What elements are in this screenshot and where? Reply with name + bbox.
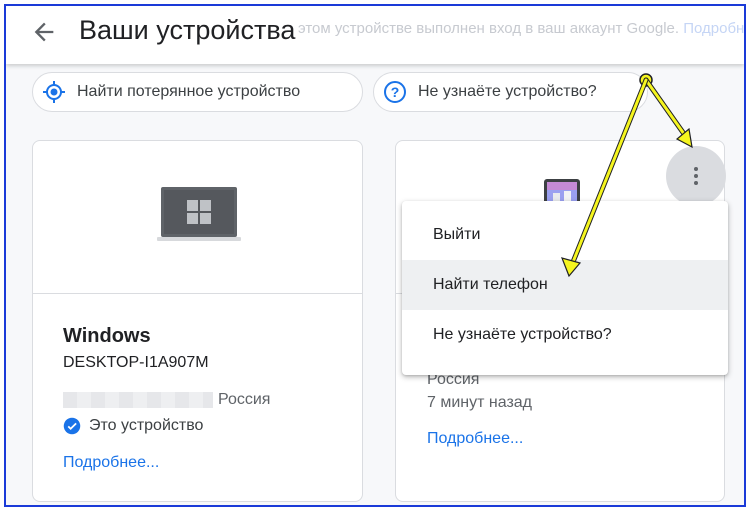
device-name: Windows [63, 325, 151, 347]
device-card-windows[interactable]: Windows DESKTOP-I1A907M Россия Это устро… [32, 140, 363, 502]
page-title: Ваши устройства [79, 15, 296, 45]
help-circle-icon: ? [382, 79, 408, 105]
app-header: Ваши устройства этом устройстве выполнен… [6, 6, 744, 64]
menu-item-find-phone[interactable]: Найти телефон [402, 260, 728, 310]
find-lost-device-button[interactable]: Найти потерянное устройство [32, 72, 363, 112]
device-details-link[interactable]: Подробнее... [63, 454, 159, 472]
find-lost-device-label: Найти потерянное устройство [77, 83, 301, 100]
signed-in-notice-more-link[interactable]: Подробнее... [683, 20, 744, 37]
device-last-seen: 7 минут назад [427, 394, 533, 411]
laptop-icon [157, 187, 241, 241]
this-device-indicator: Это устройство [63, 417, 203, 435]
unknown-device-button[interactable]: ? Не узнаёте устройство? [373, 72, 648, 112]
device-menu-button[interactable] [666, 146, 726, 206]
device-model: DESKTOP-I1A907M [63, 354, 209, 371]
menu-item-sign-out[interactable]: Выйти [402, 210, 728, 260]
this-device-label: Это устройство [89, 417, 204, 434]
blurred-city [63, 392, 213, 408]
locate-icon [41, 79, 67, 105]
more-vertical-icon [694, 167, 698, 185]
window-frame: Ваши устройства этом устройстве выполнен… [4, 4, 746, 507]
device-details-link[interactable]: Подробнее... [427, 430, 523, 448]
menu-item-unknown-device[interactable]: Не узнаёте устройство? [402, 310, 728, 360]
svg-text:?: ? [391, 84, 400, 100]
check-circle-icon [63, 417, 81, 435]
card-divider [33, 293, 362, 294]
signed-in-notice: этом устройстве выполнен вход в ваш акка… [298, 20, 744, 37]
device-location: Россия [63, 391, 270, 409]
device-country: Россия [218, 391, 271, 408]
signed-in-notice-text: этом устройстве выполнен вход в ваш акка… [298, 20, 680, 37]
arrow-left-icon[interactable] [30, 18, 58, 46]
unknown-device-label: Не узнаёте устройство? [418, 83, 597, 100]
device-context-menu: Выйти Найти телефон Не узнаёте устройств… [402, 201, 728, 375]
